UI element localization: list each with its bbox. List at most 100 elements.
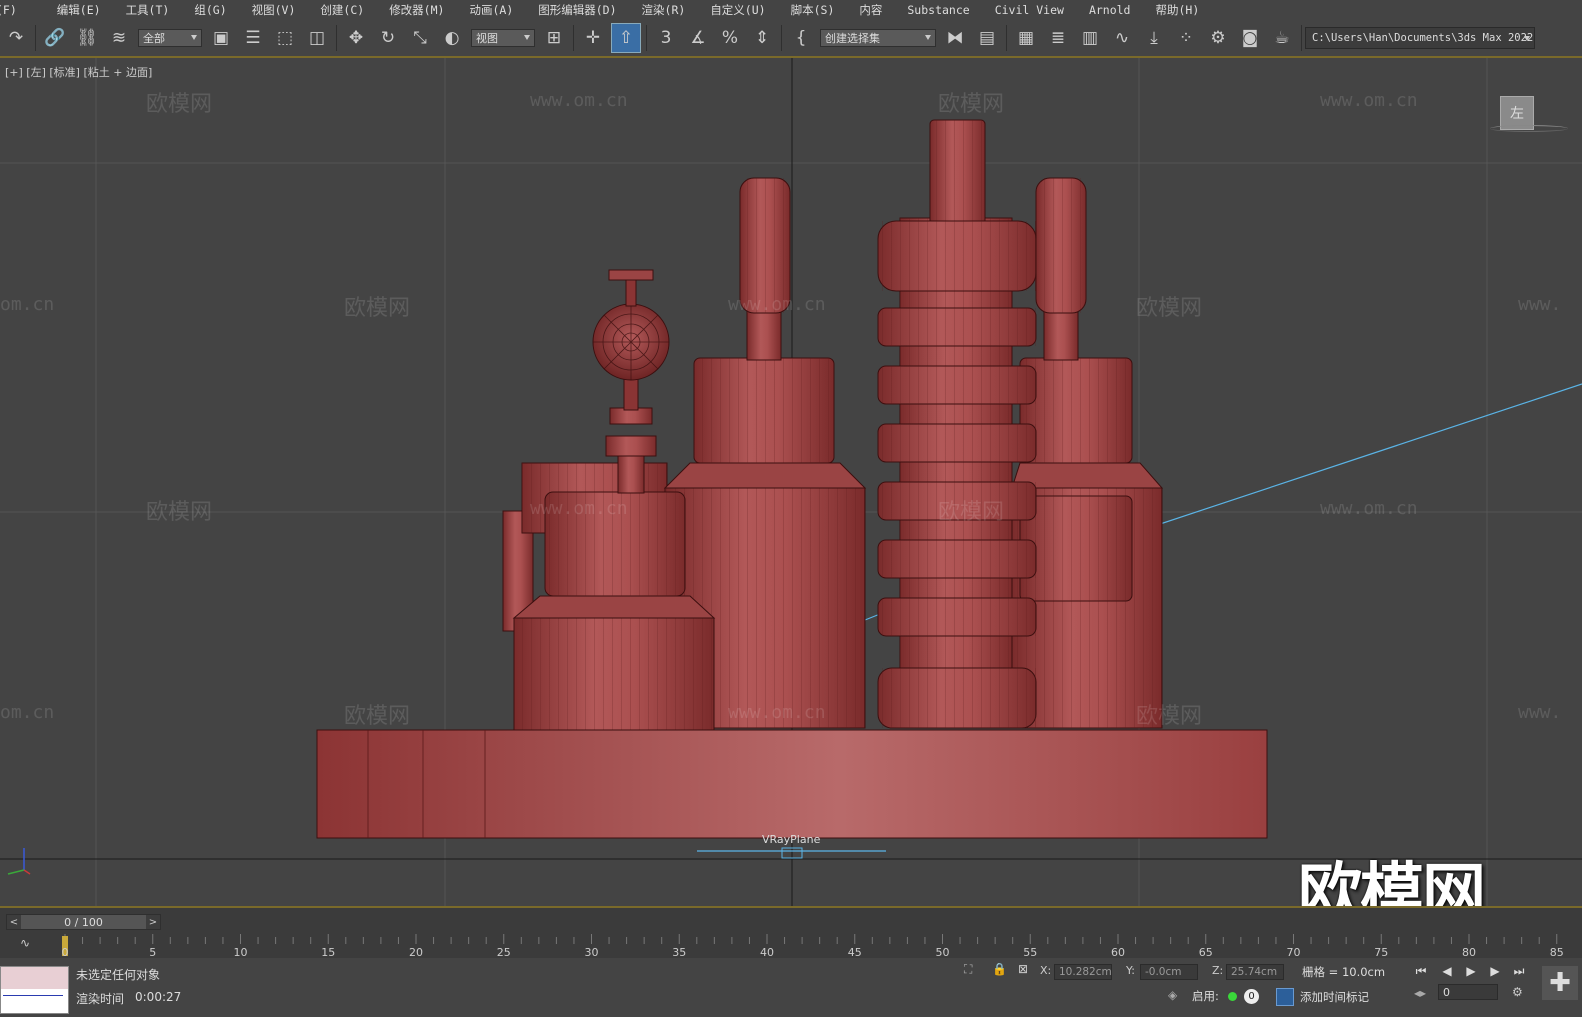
- named-selection-dropdown[interactable]: 创建选择集: [820, 29, 936, 47]
- spinner-snap-icon[interactable]: ⇕: [748, 24, 776, 52]
- time-next-button[interactable]: >: [146, 915, 160, 929]
- move-icon[interactable]: ✥: [342, 24, 370, 52]
- menu-tools[interactable]: 工具(T): [126, 2, 180, 18]
- menu-substance[interactable]: Substance: [907, 3, 979, 17]
- y-coordinate-field[interactable]: -0.0cm: [1140, 964, 1198, 980]
- angle-snap-icon[interactable]: ∡: [684, 24, 712, 52]
- isolate-icon[interactable]: ⛶: [964, 962, 972, 977]
- prev-frame-icon[interactable]: ◀︎: [1436, 960, 1458, 982]
- chevron-down-icon: [191, 35, 197, 40]
- scene-explorer-icon[interactable]: ▦: [1012, 24, 1040, 52]
- add-key-button[interactable]: ✚: [1542, 966, 1578, 1000]
- placement-icon[interactable]: ◐: [438, 24, 466, 52]
- coord-system-dropdown[interactable]: 视图: [471, 29, 535, 47]
- menu-create[interactable]: 创建(C): [320, 2, 374, 18]
- time-slider[interactable]: < 0 / 100 >: [6, 914, 161, 930]
- next-frame-icon[interactable]: ▶︎: [1484, 960, 1506, 982]
- menu-help[interactable]: 帮助(H): [1155, 2, 1209, 18]
- select-object-icon[interactable]: ▣: [207, 24, 235, 52]
- x-coordinate-field[interactable]: 10.282cm: [1054, 964, 1112, 980]
- timeline-ticks: [64, 934, 1558, 944]
- toolbar-separator: [336, 25, 337, 51]
- viewcube-compass[interactable]: [1490, 125, 1568, 132]
- curve-editor-icon[interactable]: ∿: [1108, 24, 1136, 52]
- play-icon[interactable]: ▶: [1460, 960, 1482, 982]
- time-config-icon[interactable]: ⚙: [1512, 985, 1523, 999]
- goto-start-icon[interactable]: ⏮: [1410, 960, 1432, 982]
- window-crossing-icon[interactable]: ◫: [303, 24, 331, 52]
- menu-civil-view[interactable]: Civil View: [995, 3, 1074, 17]
- layer-explorer-icon[interactable]: ≣: [1044, 24, 1072, 52]
- link-icon[interactable]: 🔗: [41, 24, 69, 52]
- time-tag-icon[interactable]: [1276, 988, 1294, 1006]
- material-editor-icon[interactable]: ⁘: [1172, 24, 1200, 52]
- viewport-label[interactable]: [+] [左] [标准] [粘土 + 边面]: [5, 64, 152, 80]
- menu-file[interactable]: (F): [0, 3, 27, 17]
- counter-badge[interactable]: 0: [1244, 989, 1259, 1004]
- ribbon-toggle-icon[interactable]: ▥: [1076, 24, 1104, 52]
- viewcube-face-label: 左: [1510, 106, 1524, 122]
- toolbar-separator: [781, 25, 782, 51]
- render-teapot-icon[interactable]: ☕: [1268, 24, 1296, 52]
- pivot-center-icon[interactable]: ⊞: [540, 24, 568, 52]
- menu-content[interactable]: 内容: [859, 2, 892, 18]
- snaps-toggle-icon[interactable]: 3: [652, 24, 680, 52]
- watermark-url: www.om.cn: [530, 90, 628, 111]
- unlink-icon[interactable]: ⛓: [73, 24, 101, 52]
- menu-customize[interactable]: 自定义(U): [710, 2, 775, 18]
- schematic-view-icon[interactable]: ⤓: [1140, 24, 1168, 52]
- redo-icon[interactable]: ↷: [2, 24, 30, 52]
- current-frame-field[interactable]: 0: [1438, 984, 1498, 1000]
- lock-icon[interactable]: 🔒: [992, 962, 1007, 976]
- bind-spacewarp-icon[interactable]: ≋: [105, 24, 133, 52]
- selection-filter-value: 全部: [143, 32, 165, 45]
- x-value: 10.282cm: [1059, 966, 1112, 978]
- watermark-brand: 欧模网: [344, 296, 411, 321]
- watermark-brand: 欧模网: [938, 92, 1005, 117]
- menu-animation[interactable]: 动画(A): [469, 2, 523, 18]
- rotate-icon[interactable]: ↻: [374, 24, 402, 52]
- select-by-name-icon[interactable]: ☰: [239, 24, 267, 52]
- render-frame-icon[interactable]: ◙: [1236, 24, 1264, 52]
- watermark-url-partial: om.cn: [0, 702, 55, 723]
- render-setup-icon[interactable]: ⚙: [1204, 24, 1232, 52]
- enable-label: 启用:: [1192, 989, 1219, 1003]
- menu-arnold[interactable]: Arnold: [1089, 3, 1141, 17]
- y-value: -0.0cm: [1145, 966, 1182, 978]
- key-mode-icon[interactable]: ◂▸: [1414, 986, 1426, 1000]
- keyboard-shortcut-override-icon[interactable]: ⇧: [611, 23, 641, 53]
- maxscript-mini-listener[interactable]: [0, 966, 69, 1014]
- watermark-brand: 欧模网: [146, 92, 213, 117]
- menu-rendering[interactable]: 渲染(R): [642, 2, 696, 18]
- watermark-url-partial: om.cn: [0, 294, 55, 315]
- z-value: 25.74cm: [1231, 966, 1278, 978]
- selection-filter-dropdown[interactable]: 全部: [138, 29, 202, 47]
- curve-editor-mini-icon[interactable]: ∿: [20, 936, 30, 950]
- menu-edit[interactable]: 编辑(E): [57, 2, 111, 18]
- absolute-mode-icon[interactable]: ⊠: [1018, 962, 1028, 976]
- menu-scripting[interactable]: 脚本(S): [791, 2, 845, 18]
- z-coordinate-field[interactable]: 25.74cm: [1226, 964, 1284, 980]
- add-time-tag[interactable]: 添加时间标记: [1300, 989, 1369, 1005]
- goto-end-icon[interactable]: ⏭: [1508, 960, 1530, 982]
- watermark-brand: 欧模网: [1136, 704, 1203, 729]
- left-viewport[interactable]: [+] [左] [标准] [粘土 + 边面] 欧模网 www.om.cn 欧模网…: [0, 58, 1582, 908]
- big-watermark: 欧模网: [1298, 857, 1486, 908]
- coord-system-value: 视图: [476, 32, 498, 45]
- rect-selection-icon[interactable]: ⬚: [271, 24, 299, 52]
- select-manipulate-icon[interactable]: ✛: [579, 24, 607, 52]
- scale-icon[interactable]: ⤡: [406, 24, 434, 52]
- toolbar-separator: [1301, 25, 1302, 51]
- menu-graph-editors[interactable]: 图形编辑器(D): [538, 2, 626, 18]
- edit-named-selection-icon[interactable]: {: [787, 24, 815, 52]
- time-prev-button[interactable]: <: [7, 915, 21, 929]
- menu-modifiers[interactable]: 修改器(M): [389, 2, 454, 18]
- menu-group[interactable]: 组(G): [194, 2, 236, 18]
- menu-views[interactable]: 视图(V): [252, 2, 306, 18]
- adaptive-degradation-icon[interactable]: ◈: [1168, 988, 1177, 1002]
- align-icon[interactable]: ▤: [973, 24, 1001, 52]
- timeline-track[interactable]: 0 5 10 15 20 25 30 35 40 45 50 55 60 65 70 75 80 85: [60, 934, 1575, 959]
- percent-snap-icon[interactable]: %: [716, 24, 744, 52]
- mirror-icon[interactable]: ⧓: [941, 24, 969, 52]
- project-folder-dropdown[interactable]: C:\Users\Han\Documents\3ds Max 2022: [1305, 27, 1535, 49]
